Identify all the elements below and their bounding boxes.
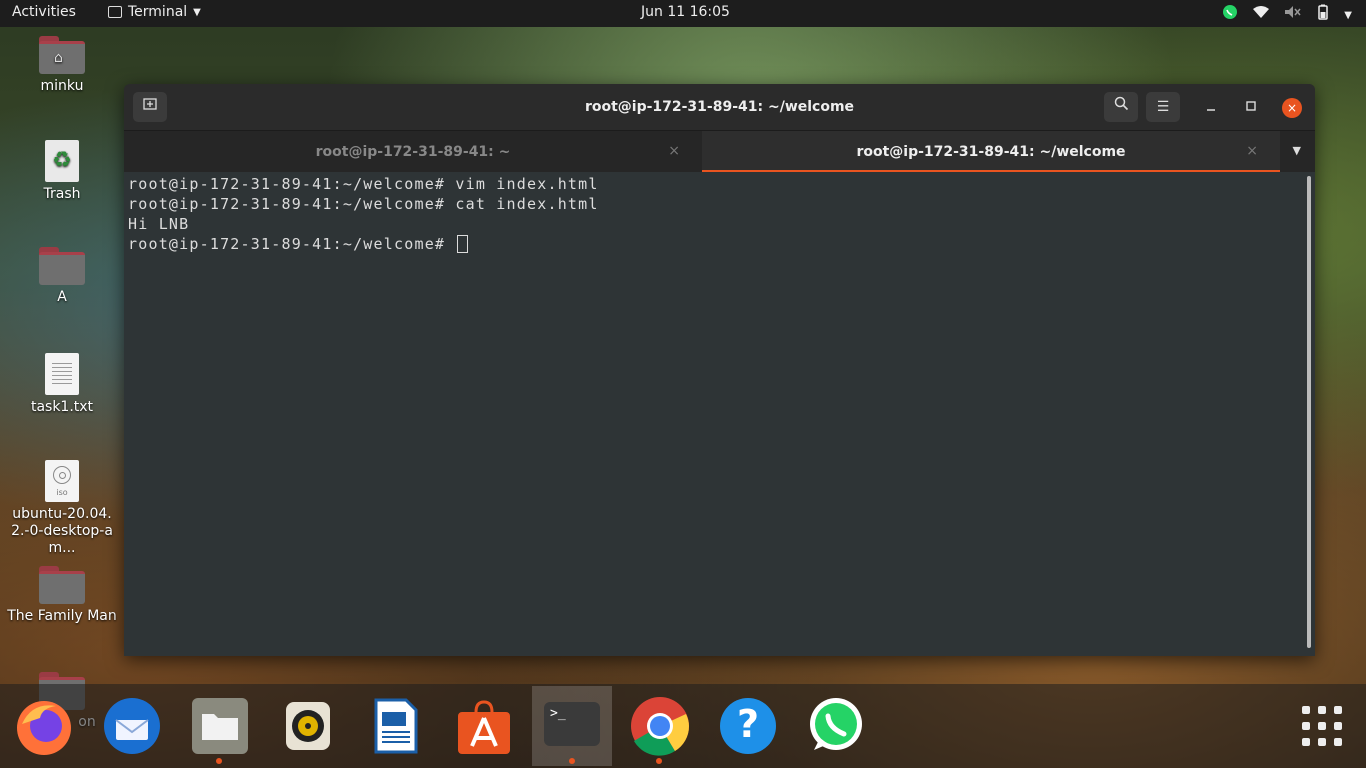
tab-list-dropdown-icon[interactable]: ▼ [1293, 144, 1301, 157]
dock-google-chrome[interactable] [628, 694, 692, 764]
desktop-icon-minku[interactable]: ⌂ minku [7, 36, 117, 95]
maximize-button[interactable] [1241, 98, 1261, 118]
whatsapp-icon [810, 698, 862, 750]
dock-thunderbird[interactable] [100, 694, 164, 758]
show-applications-button[interactable] [1302, 706, 1342, 746]
dock-libreoffice-writer[interactable] [364, 694, 428, 758]
terminal-window: root@ip-172-31-89-41: ~/welcome ☰ × root… [124, 84, 1315, 656]
wifi-icon[interactable] [1252, 5, 1270, 23]
dock-whatsapp[interactable] [804, 694, 868, 758]
desktop-icon-label: A [57, 289, 67, 305]
dock-ubuntu-software[interactable] [452, 694, 516, 758]
tab-label: root@ip-172-31-89-41: ~/welcome [856, 144, 1126, 160]
home-folder-icon: ⌂ [39, 36, 85, 74]
writer-icon [374, 698, 418, 754]
chevron-down-icon: ▼ [1344, 10, 1352, 21]
tab-close-icon[interactable]: × [1246, 143, 1258, 159]
activities-button[interactable]: Activities [12, 4, 76, 20]
terminal-line: root@ip-172-31-89-41:~/welcome# cat inde… [128, 195, 599, 213]
files-icon [192, 698, 248, 754]
tab-bar: root@ip-172-31-89-41: ~ × root@ip-172-31… [124, 131, 1315, 173]
minimize-button[interactable] [1201, 98, 1221, 118]
hamburger-icon: ☰ [1156, 99, 1170, 115]
app-menu[interactable]: Terminal ▼ [108, 4, 201, 20]
chevron-down-icon: ▼ [193, 6, 201, 18]
desktop-icon-ubuntu-iso[interactable]: iso ubuntu-20.04.2.-0-desktop-am... [7, 460, 117, 557]
firefox-icon [17, 701, 71, 755]
terminal-line: root@ip-172-31-89-41:~/welcome# vim inde… [128, 175, 599, 193]
system-tray[interactable]: ▼ [1222, 4, 1352, 24]
volume-muted-icon[interactable] [1284, 5, 1302, 23]
dock-terminal[interactable]: >_ [532, 686, 612, 766]
terminal-icon [108, 6, 122, 18]
menu-button[interactable]: ☰ [1146, 92, 1180, 122]
desktop-icon-folder-a[interactable]: A [7, 247, 117, 306]
whatsapp-icon[interactable] [1222, 4, 1238, 24]
search-icon [1114, 96, 1128, 111]
clock[interactable]: Jun 11 16:05 [641, 4, 730, 20]
desktop-icon-label: Trash [43, 186, 81, 202]
dock-files[interactable] [188, 694, 252, 764]
trash-icon: ♻ [45, 140, 79, 182]
dock: >_ ? [0, 684, 1366, 768]
terminal-prompt: root@ip-172-31-89-41:~/welcome# [128, 235, 456, 253]
terminal-icon: >_ [544, 702, 600, 746]
dock-rhythmbox[interactable] [276, 694, 340, 758]
running-indicator [656, 758, 662, 764]
tab-label: root@ip-172-31-89-41: ~ [315, 144, 511, 160]
close-button[interactable]: × [1282, 98, 1302, 118]
desktop-icon-task1[interactable]: task1.txt [7, 353, 117, 416]
software-icon [458, 700, 510, 754]
chrome-icon [631, 697, 690, 756]
title-bar[interactable]: root@ip-172-31-89-41: ~/welcome ☰ × [124, 84, 1315, 131]
rhythmbox-icon [286, 702, 330, 750]
dock-firefox[interactable] [12, 694, 76, 758]
text-cursor [457, 235, 469, 253]
thunderbird-icon [104, 698, 160, 754]
minimize-icon [1207, 109, 1215, 111]
folder-icon [39, 566, 85, 604]
text-file-icon [45, 353, 79, 395]
tab-close-icon[interactable]: × [668, 143, 680, 159]
desktop-icon-label: The Family Man [7, 608, 117, 624]
tab-welcome[interactable]: root@ip-172-31-89-41: ~/welcome × [702, 131, 1280, 173]
scrollbar[interactable] [1307, 176, 1311, 648]
power-menu-icon[interactable]: ▼ [1344, 6, 1352, 22]
running-indicator [216, 758, 222, 764]
app-menu-label: Terminal [128, 4, 188, 20]
tab-home[interactable]: root@ip-172-31-89-41: ~ × [124, 131, 702, 173]
terminal-prompt-line: root@ip-172-31-89-41:~/welcome# [128, 234, 1311, 254]
battery-icon[interactable] [1316, 4, 1330, 24]
disc-image-icon: iso [45, 460, 79, 502]
running-indicator [569, 758, 575, 764]
folder-icon [39, 247, 85, 285]
desktop-icon-label: ubuntu-20.04.2.-0-desktop-am... [11, 506, 113, 556]
terminal-line: Hi LNB [128, 215, 190, 233]
top-bar: Activities Terminal ▼ Jun 11 16:05 ▼ [0, 0, 1366, 27]
help-glyph: ? [736, 702, 760, 746]
desktop-icon-trash[interactable]: ♻ Trash [7, 140, 117, 203]
desktop-icon-label: task1.txt [30, 399, 94, 415]
desktop-icon-the-family-man[interactable]: The Family Man [7, 566, 117, 625]
close-icon: × [1286, 101, 1298, 115]
maximize-icon [1246, 101, 1256, 111]
dock-help[interactable]: ? [716, 694, 780, 758]
search-button[interactable] [1104, 92, 1138, 122]
terminal-output[interactable]: root@ip-172-31-89-41:~/welcome# vim inde… [124, 172, 1315, 656]
desktop-icon-label: minku [40, 78, 84, 94]
